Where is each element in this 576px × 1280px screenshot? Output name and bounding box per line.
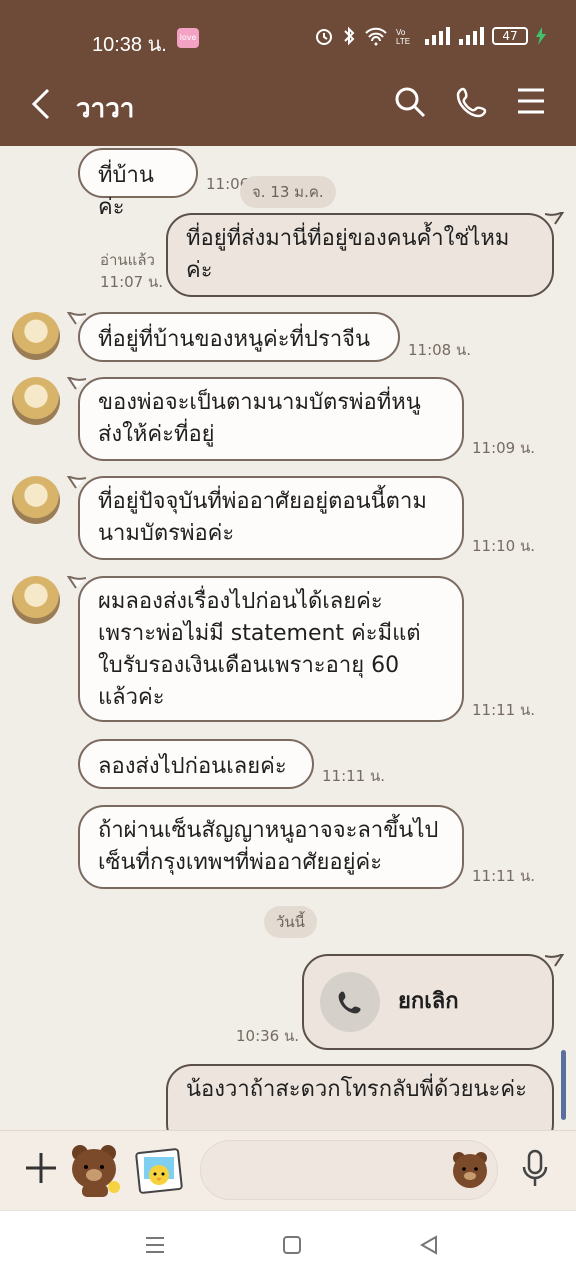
plus-icon[interactable] [24, 1151, 58, 1185]
home-icon[interactable] [282, 1235, 302, 1255]
wifi-icon [365, 27, 387, 46]
message-time: 11:11 น. [472, 701, 536, 719]
message-text: ที่อยู่ที่บ้านของหนูค่ะที่ปราจีน [98, 327, 371, 352]
signal-icon-2 [459, 27, 484, 45]
charging-icon [536, 27, 546, 45]
message-time: 11:10 น. [472, 537, 536, 555]
read-receipt: อ่านแล้ว [100, 251, 155, 269]
alarm-icon [316, 29, 332, 45]
phone-icon [320, 972, 380, 1032]
love-badge-icon: love [177, 28, 199, 48]
search-icon[interactable] [394, 86, 426, 118]
avatar[interactable] [12, 377, 60, 425]
recent-apps-icon[interactable] [144, 1235, 166, 1255]
message-bubble[interactable]: ผมลองส่งเรื่องไปก่อนได้เลยค่ะ เพราะพ่อไม… [78, 576, 464, 722]
call-status: ยกเลิก [398, 989, 459, 1014]
message-bubble-mine[interactable]: น้องวาถ้าสะดวกโทรกลับพี่ด้วยนะค่ะ [166, 1064, 554, 1130]
message-time: 11:11 น. [322, 767, 386, 785]
message-bubble[interactable]: ที่บ้านค่ะ [78, 148, 198, 220]
bubble-tail-icon [545, 954, 565, 967]
back-nav-icon[interactable] [418, 1235, 440, 1255]
message-text: ที่อยู่ปัจจุบันที่พ่ออาศัยอยู่ตอนนี้ตามน… [98, 489, 427, 546]
message-bubble[interactable]: ที่อยู่ปัจจุบันที่พ่ออาศัยอยู่ตอนนี้ตามน… [78, 476, 464, 560]
message-text: ถ้าผ่านเซ็นสัญญาหนูอาจจะลาขึ้นไปเซ็นที่ก… [98, 818, 439, 875]
call-bubble[interactable]: ยกเลิก [302, 954, 554, 1050]
system-nav-bar [0, 1210, 576, 1280]
bubble-tail-icon [545, 212, 565, 225]
date-divider: จ. 13 ม.ค. [240, 176, 336, 208]
message-time: 10:36 น. [236, 1027, 300, 1045]
message-time: 11:07 น. [100, 273, 164, 291]
signal-icon [425, 27, 450, 45]
svg-text:Vo: Vo [396, 28, 406, 37]
message-bubble[interactable]: ที่อยู่ที่บ้านของหนูค่ะที่ปราจีน [78, 312, 400, 362]
bluetooth-icon [344, 26, 355, 46]
chat-area[interactable]: ที่บ้านค่ะ 11:06 จ. 13 ม.ค. ที่อยู่ที่ส่… [0, 146, 576, 1130]
chat-title: วาวา [76, 94, 135, 124]
message-time: 11:09 น. [472, 439, 536, 457]
volte-icon: VoLTE [396, 28, 410, 46]
svg-text:LTE: LTE [396, 37, 410, 46]
message-time: 11:11 น. [472, 867, 536, 885]
phone-icon[interactable] [456, 86, 488, 118]
avatar[interactable] [12, 476, 60, 524]
status-bar: 10:38 น. love Vo LTE 47 [0, 0, 576, 70]
message-text: ที่อยู่ที่ส่งมานี่ที่อยู่ของคนค้ำใช่ไหมค… [186, 226, 510, 283]
message-bubble[interactable]: ถ้าผ่านเซ็นสัญญาหนูอาจจะลาขึ้นไปเซ็นที่ก… [78, 805, 464, 889]
menu-icon[interactable] [516, 86, 546, 116]
message-time: 11:08 น. [408, 341, 472, 359]
battery-icon: 47 [492, 27, 528, 45]
message-text: ที่บ้านค่ะ [98, 163, 154, 220]
message-bubble[interactable]: ของพ่อจะเป็นตามนามบัตรพ่อที่หนูส่งให้ค่ะ… [78, 377, 464, 461]
message-text: ลองส่งไปก่อนเลยค่ะ [98, 754, 287, 779]
message-text: น้องวาถ้าสะดวกโทรกลับพี่ด้วยนะค่ะ [186, 1077, 527, 1102]
message-bubble[interactable]: ลองส่งไปก่อนเลยค่ะ [78, 739, 314, 789]
sally-photo-sticker-icon[interactable] [134, 1145, 184, 1197]
message-text: ของพ่อจะเป็นตามนามบัตรพ่อที่หนูส่งให้ค่ะ… [98, 390, 421, 447]
status-time: 10:38 น. [92, 34, 167, 56]
bear-emoji-icon[interactable] [450, 1149, 490, 1189]
back-arrow-icon[interactable] [28, 86, 56, 122]
avatar[interactable] [12, 312, 60, 360]
avatar[interactable] [12, 576, 60, 624]
input-bar [0, 1130, 576, 1210]
message-bubble-mine[interactable]: ที่อยู่ที่ส่งมานี่ที่อยู่ของคนค้ำใช่ไหมค… [166, 213, 554, 297]
brown-bear-sticker-icon[interactable] [68, 1141, 124, 1199]
date-divider: วันนี้ [264, 906, 317, 938]
status-icons: Vo LTE 47 [314, 26, 546, 46]
chat-header: วาวา [0, 70, 576, 146]
scrollbar[interactable] [561, 1050, 566, 1120]
microphone-icon[interactable] [520, 1149, 550, 1189]
message-text: ผมลองส่งเรื่องไปก่อนได้เลยค่ะ เพราะพ่อไม… [98, 589, 421, 710]
